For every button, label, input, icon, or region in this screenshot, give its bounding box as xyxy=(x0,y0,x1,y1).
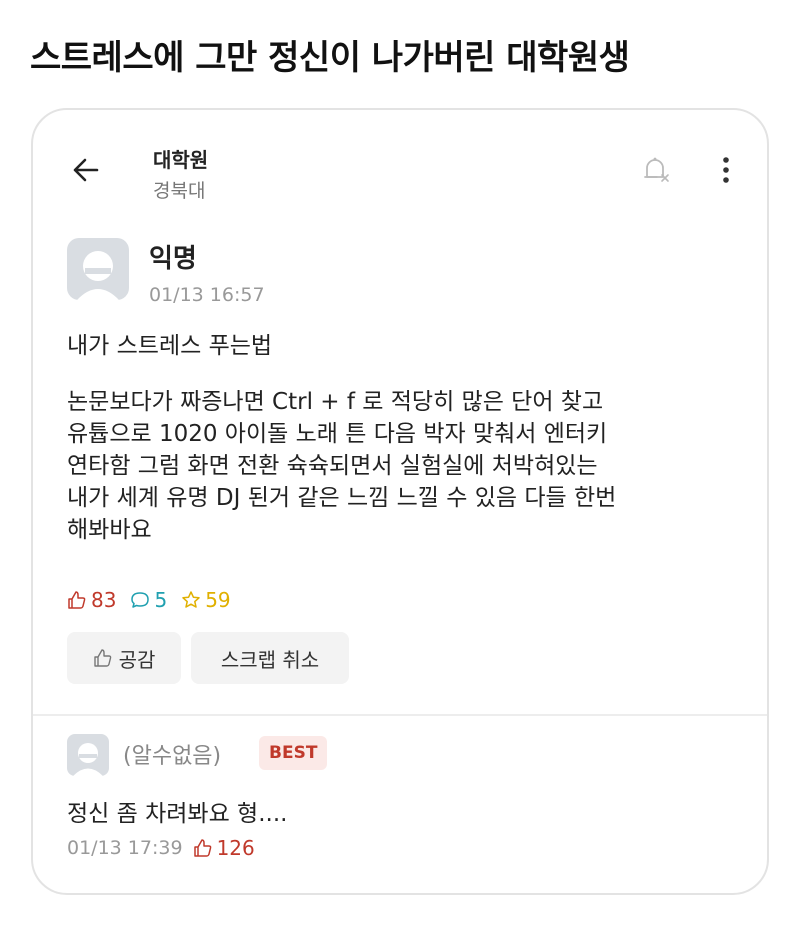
notification-button[interactable] xyxy=(635,150,675,190)
best-badge: BEST xyxy=(259,736,328,770)
board-title: 대학원 xyxy=(153,148,209,172)
comment-icon xyxy=(131,592,150,608)
more-options-button[interactable] xyxy=(711,150,741,190)
post-body-line: 해봐바요 xyxy=(67,517,152,543)
scrap-count: 59 xyxy=(181,588,231,612)
post-card: 대학원 경북대 익명 01/13 16:57 내가 스트레스 푸는법 논문보다가… xyxy=(31,108,769,895)
like-button-label: 공감 xyxy=(118,647,156,672)
comment-like-value: 126 xyxy=(216,836,255,860)
comment-timestamp: 01/13 17:39 xyxy=(67,837,183,859)
scrap-count-value: 59 xyxy=(205,588,231,612)
avatar xyxy=(67,238,129,300)
comment-avatar xyxy=(67,734,109,776)
comment-meta: 01/13 17:39 126 xyxy=(67,836,255,860)
thumbs-up-icon xyxy=(93,649,111,667)
post-stats: 83 5 59 xyxy=(67,588,231,612)
thumbs-up-icon xyxy=(68,591,86,609)
board-subtitle: 경북대 xyxy=(153,180,206,202)
arrow-left-icon xyxy=(73,158,99,182)
post-body-line: 내가 세계 유명 DJ 된거 같은 느낌 느낄 수 있음 다들 한번 xyxy=(67,485,617,511)
post-author: 익명 xyxy=(149,244,197,274)
comment-text: 정신 좀 차려봐요 형.... xyxy=(67,801,288,827)
headline: 스트레스에 그만 정신이 나가버린 대학원생 xyxy=(30,38,630,78)
post-body-line: 유튭으로 1020 아이돌 노래 튼 다음 박자 맞춰서 엔터키 xyxy=(67,421,608,447)
post-timestamp: 01/13 16:57 xyxy=(149,284,265,306)
like-button[interactable]: 공감 xyxy=(67,632,181,684)
more-vertical-icon xyxy=(723,157,729,183)
comment-count: 5 xyxy=(130,588,167,612)
bell-off-icon xyxy=(644,157,669,182)
comment-author: (알수없음) xyxy=(123,744,222,769)
back-button[interactable] xyxy=(67,150,107,190)
like-count-value: 83 xyxy=(91,588,117,612)
post-body: 논문보다가 짜증나면 Ctrl + f 로 적당히 많은 단어 찾고 유튭으로 … xyxy=(67,386,747,546)
comment-like-count[interactable]: 126 xyxy=(193,836,255,860)
like-count: 83 xyxy=(67,588,116,612)
divider xyxy=(33,714,767,716)
scrap-cancel-button[interactable]: 스크랩 취소 xyxy=(191,632,349,684)
comment-count-value: 5 xyxy=(154,588,168,612)
default-avatar-icon xyxy=(73,743,103,776)
post-body-line: 연타함 그럼 화면 전환 슉슉되면서 실험실에 처박혀있는 xyxy=(67,453,598,479)
post-title: 내가 스트레스 푸는법 xyxy=(67,333,273,359)
scrap-cancel-label: 스크랩 취소 xyxy=(220,647,320,672)
thumbs-up-icon xyxy=(193,839,211,857)
post-body-line: 논문보다가 짜증나면 Ctrl + f 로 적당히 많은 단어 찾고 xyxy=(67,389,604,415)
default-avatar-icon xyxy=(77,251,119,300)
star-icon xyxy=(182,591,200,608)
